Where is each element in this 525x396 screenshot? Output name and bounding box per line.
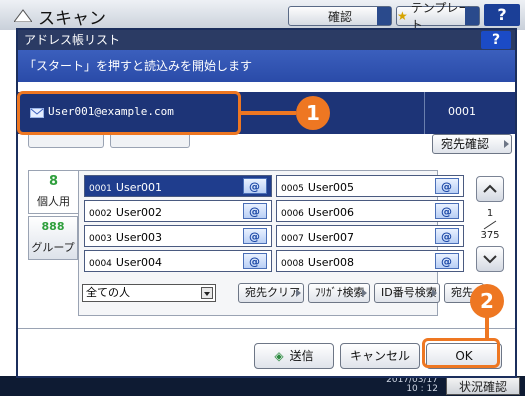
page-total: 375	[480, 230, 500, 241]
contact-user003[interactable]: 0003 User003 @	[84, 225, 272, 247]
clock: 2017/03/17 10 : 12	[386, 375, 438, 394]
clear-destination-button[interactable]: 宛先クリア	[238, 283, 304, 303]
help-button[interactable]: ?	[481, 31, 511, 49]
email-icon[interactable]: @	[435, 253, 459, 269]
send-icon: ◈	[274, 349, 284, 363]
group-icon: 888	[41, 220, 65, 233]
email-icon[interactable]: @	[435, 228, 459, 244]
contact-user006[interactable]: 0006 User006 @	[276, 200, 464, 222]
callout-2-badge: 2	[470, 284, 504, 318]
scan-header: スキャン 確認 ★ テンプレート ?	[0, 0, 525, 32]
page-current: 1	[486, 208, 494, 219]
cancel-button[interactable]: キャンセル	[340, 343, 420, 369]
destination-confirm-button[interactable]: 宛先確認	[432, 134, 512, 154]
email-icon[interactable]: @	[243, 178, 267, 194]
status-button[interactable]: 状況確認	[446, 377, 520, 395]
email-icon[interactable]: @	[435, 203, 459, 219]
contact-user001[interactable]: 0001 User001 @	[84, 175, 272, 197]
tab-personal[interactable]: 8 個人用	[28, 170, 78, 214]
chevron-up-icon	[483, 184, 497, 193]
status-message: 「スタート」を押すと読込みを開始します	[18, 50, 515, 82]
id-search-button[interactable]: ID番号検索	[374, 283, 440, 303]
divider	[424, 92, 425, 134]
callout-2-highlight	[422, 338, 500, 368]
dropdown-arrow-icon	[201, 287, 213, 299]
contact-user005[interactable]: 0005 User005 @	[276, 175, 464, 197]
callout-1-badge: 1	[296, 96, 330, 130]
filter-select[interactable]: 全ての人	[82, 284, 216, 302]
star-icon: ★	[397, 9, 408, 23]
help-button-top[interactable]: ?	[484, 4, 520, 26]
confirm-top-button[interactable]: 確認	[288, 6, 392, 26]
scan-title: スキャン	[38, 9, 106, 29]
contact-user008[interactable]: 0008 User008 @	[276, 250, 464, 272]
chevron-right-icon	[504, 140, 509, 148]
address-book-dialog: アドレス帳リスト ? 「スタート」を押すと読込みを開始します User001@e…	[16, 28, 517, 378]
callout-1-line	[240, 111, 296, 115]
contact-user002[interactable]: 0002 User002 @	[84, 200, 272, 222]
dialog-title: アドレス帳リスト	[18, 30, 515, 50]
tab-group[interactable]: 888 グループ	[28, 216, 78, 260]
chevron-right-icon	[362, 289, 367, 297]
callout-1-highlight	[17, 91, 241, 135]
scan-icon	[14, 9, 32, 22]
email-icon[interactable]: @	[435, 178, 459, 194]
page-slash	[483, 220, 497, 230]
footer-divider	[18, 328, 515, 329]
send-button[interactable]: ◈ 送信	[254, 343, 334, 369]
contact-user007[interactable]: 0007 User007 @	[276, 225, 464, 247]
scroll-up-button[interactable]	[476, 176, 504, 202]
chevron-down-icon	[483, 255, 497, 264]
template-button[interactable]: ★ テンプレート	[396, 1, 480, 32]
email-icon[interactable]: @	[243, 203, 267, 219]
email-icon[interactable]: @	[243, 228, 267, 244]
faded-tab-2	[110, 134, 190, 148]
chevron-right-icon	[432, 289, 437, 297]
scroll-down-button[interactable]	[476, 246, 504, 272]
person-icon: 8	[48, 174, 59, 189]
contact-user004[interactable]: 0004 User004 @	[84, 250, 272, 272]
chevron-right-icon	[296, 289, 301, 297]
furigana-search-button[interactable]: ﾌﾘｶﾞﾅ検索	[308, 283, 370, 303]
selected-count: 0001	[448, 105, 476, 118]
email-icon[interactable]: @	[243, 253, 267, 269]
faded-tab-1	[28, 134, 104, 148]
